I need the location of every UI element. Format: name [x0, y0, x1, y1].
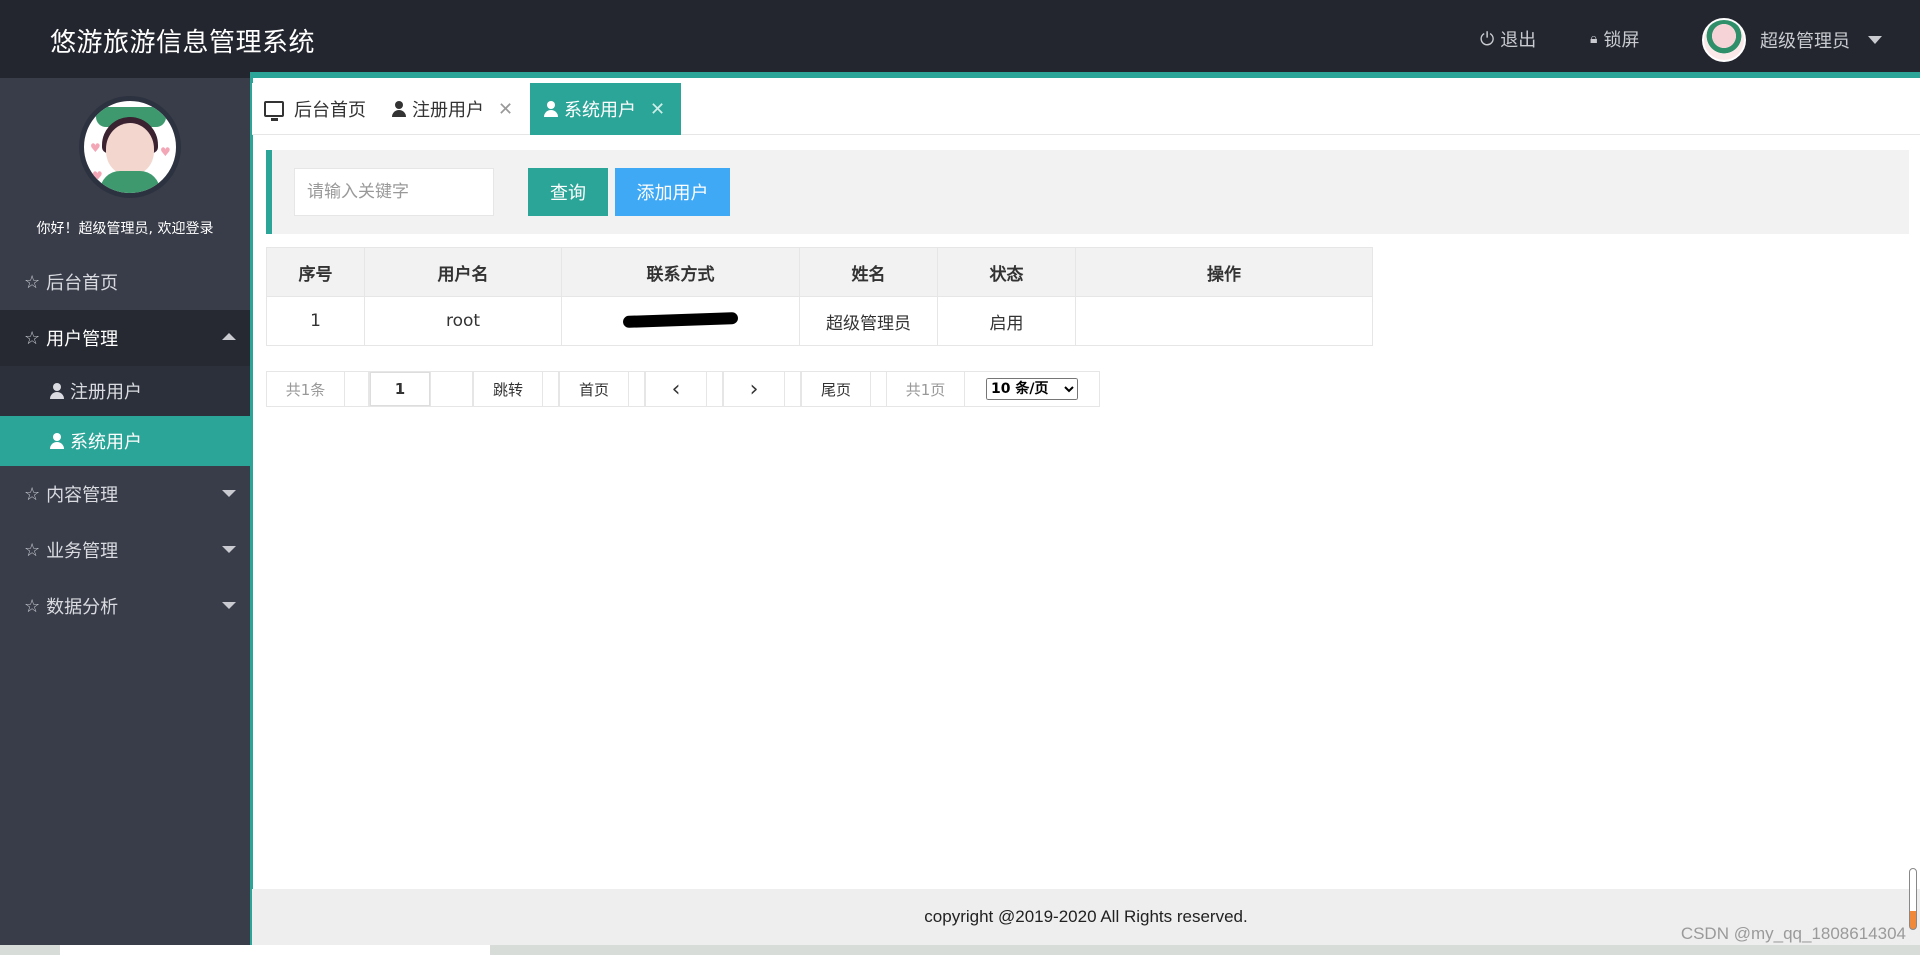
user-icon	[544, 101, 558, 117]
table-header-row: 序号 用户名 联系方式 姓名 状态 操作	[266, 247, 1373, 297]
star-icon: ☆	[24, 595, 41, 617]
footer: copyright @2019-2020 All Rights reserved…	[252, 889, 1920, 945]
star-icon: ☆	[24, 483, 41, 505]
watermark: CSDN @my_qq_1808614304	[1680, 924, 1906, 943]
column-header-status: 状态	[937, 247, 1076, 297]
star-icon: ☆	[24, 271, 41, 293]
query-button[interactable]: 查询	[528, 168, 608, 216]
user-icon	[392, 101, 406, 117]
welcome-text: 你好！超级管理员, 欢迎登录	[36, 221, 214, 237]
tab-label: 后台首页	[294, 100, 366, 121]
lock-screen-button[interactable]: 🔒︎ 锁屏	[1590, 26, 1639, 52]
tab-label: 注册用户	[412, 100, 484, 121]
pager-spacer	[543, 372, 559, 406]
sidebar-item-label: 用户管理	[46, 329, 119, 350]
pager-spacer	[345, 372, 369, 406]
chevron-right-icon[interactable]: ›	[723, 372, 785, 406]
tab-label: 系统用户	[564, 100, 636, 121]
add-user-button[interactable]: 添加用户	[615, 168, 730, 216]
star-icon: ☆	[24, 539, 41, 561]
header-accent-line	[250, 72, 1920, 78]
pager-spacer	[629, 372, 645, 406]
cell-index: 1	[266, 296, 365, 346]
sidebar-subitem-label: 系统用户	[70, 432, 142, 453]
search-panel: 查询 添加用户	[266, 150, 1909, 234]
sidebar-item-label: 数据分析	[46, 597, 119, 618]
logout-button[interactable]: ⏻ 退出	[1480, 26, 1536, 52]
sidebar-item-data-analysis[interactable]: ☆ 数据分析	[0, 578, 250, 634]
column-header-index: 序号	[266, 247, 365, 297]
sidebar-item-label: 业务管理	[46, 541, 119, 562]
close-icon[interactable]: ✕	[498, 99, 513, 120]
taskbar-strip	[0, 945, 1920, 955]
logout-label: 退出	[1500, 30, 1537, 51]
scroll-indicator[interactable]	[1909, 868, 1917, 930]
sidebar-item-content-management[interactable]: ☆ 内容管理	[0, 466, 250, 522]
tab-registered-users[interactable]: 注册用户 ✕	[392, 83, 513, 135]
sidebar: ♥ ♥ ♥ 你好！超级管理员, 欢迎登录 ☆ 后台首页 ☆ 用户管理 注册用户 …	[0, 78, 250, 955]
copyright-text: copyright @2019-2020 All Rights reserved…	[924, 907, 1248, 926]
lock-label: 锁屏	[1603, 30, 1640, 51]
pager-spacer	[785, 372, 801, 406]
column-header-username: 用户名	[364, 247, 562, 297]
column-header-actions: 操作	[1075, 247, 1373, 297]
sidebar-item-label: 内容管理	[46, 485, 119, 506]
pager-jump-button[interactable]: 跳转	[473, 372, 543, 406]
user-icon	[50, 433, 64, 449]
close-icon[interactable]: ✕	[650, 99, 665, 120]
user-name: 超级管理员	[1760, 31, 1850, 52]
sidebar-item-home[interactable]: ☆ 后台首页	[0, 254, 250, 310]
pager-spacer	[431, 372, 473, 406]
chevron-down-icon	[222, 490, 236, 497]
pager-first-button[interactable]: 首页	[559, 372, 629, 406]
pager-last-button[interactable]: 尾页	[801, 372, 871, 406]
pagination: 共1条 1 跳转 首页 ‹ › 尾页 共1页 10 条/页	[266, 371, 1100, 407]
cell-status: 启用	[937, 296, 1076, 346]
sidebar-item-business-management[interactable]: ☆ 业务管理	[0, 522, 250, 578]
users-table: 序号 用户名 联系方式 姓名 状态 操作 1 root 超级管理员 启用	[266, 247, 1373, 346]
sidebar-profile: ♥ ♥ ♥ 你好！超级管理员, 欢迎登录	[0, 78, 250, 254]
pager-total: 共1条	[267, 372, 345, 406]
power-icon: ⏻	[1480, 28, 1495, 50]
cell-name: 超级管理员	[799, 296, 938, 346]
chevron-down-icon	[222, 546, 236, 553]
sidebar-subitem-label: 注册用户	[70, 382, 142, 403]
taskbar-item	[60, 945, 490, 955]
monitor-icon	[264, 101, 284, 121]
sidebar-item-label: 后台首页	[46, 273, 119, 294]
profile-avatar: ♥ ♥ ♥	[79, 96, 181, 198]
cell-actions	[1075, 296, 1373, 346]
user-icon	[50, 383, 64, 399]
pager-spacer	[871, 372, 887, 406]
user-menu[interactable]: 超级管理员	[1702, 18, 1882, 62]
table-row: 1 root 超级管理员 启用	[266, 296, 1373, 346]
lock-icon: 🔒︎	[1590, 31, 1598, 47]
chevron-down-icon	[1868, 36, 1882, 44]
sidebar-edge	[250, 78, 253, 955]
top-header: 悠游旅游信息管理系统 ⏻ 退出 🔒︎ 锁屏 超级管理员	[0, 0, 1920, 78]
column-header-name: 姓名	[799, 247, 938, 297]
cell-username: root	[364, 296, 562, 346]
cell-contact	[561, 296, 800, 346]
sidebar-subitem-registered-users[interactable]: 注册用户	[0, 366, 250, 416]
search-input[interactable]	[294, 168, 494, 216]
redaction-mark	[622, 311, 739, 329]
tab-home[interactable]: 后台首页	[264, 83, 366, 135]
pager-page-input[interactable]: 1	[369, 372, 431, 406]
avatar	[1702, 18, 1746, 62]
pager-size-wrapper: 10 条/页	[965, 372, 1099, 406]
pager-page-count: 共1页	[887, 372, 965, 406]
star-icon: ☆	[24, 327, 41, 349]
sidebar-item-user-management[interactable]: ☆ 用户管理	[0, 310, 250, 366]
pager-spacer	[707, 372, 723, 406]
chevron-left-icon[interactable]: ‹	[645, 372, 707, 406]
sidebar-subitem-system-users[interactable]: 系统用户	[0, 416, 250, 466]
app-title: 悠游旅游信息管理系统	[50, 28, 316, 58]
column-header-contact: 联系方式	[561, 247, 800, 297]
page-size-select[interactable]: 10 条/页	[986, 378, 1078, 400]
tab-bar: 后台首页 注册用户 ✕ 系统用户 ✕	[252, 83, 1920, 135]
chevron-down-icon	[222, 602, 236, 609]
chevron-up-icon	[222, 333, 236, 340]
tab-system-users[interactable]: 系统用户 ✕	[530, 83, 681, 135]
